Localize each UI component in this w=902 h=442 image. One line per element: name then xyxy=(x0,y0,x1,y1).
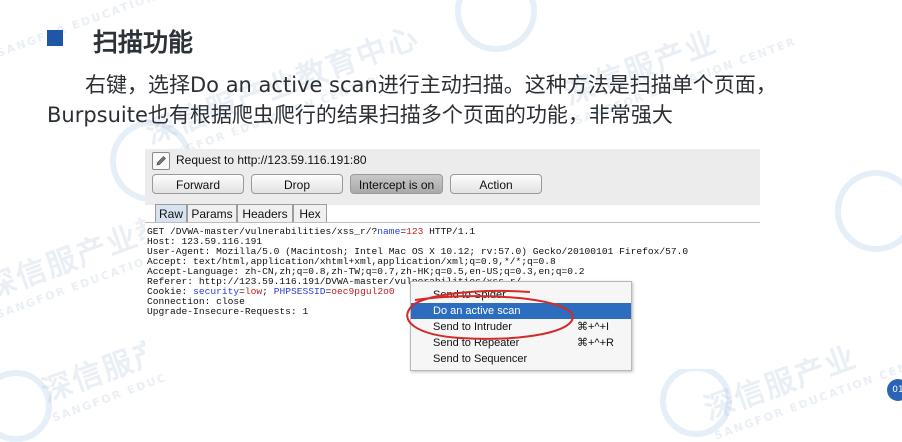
title-bullet xyxy=(47,30,63,46)
intercept-toggle-button[interactable]: Intercept is on xyxy=(350,174,443,194)
page-number-badge: 01 xyxy=(887,379,902,401)
menu-item-send-to-repeater[interactable]: Send to Repeater ⌘+^+R xyxy=(411,335,631,351)
menu-item-active-scan[interactable]: Do an active scan xyxy=(411,303,631,319)
context-menu: Send to Spider Do an active scan Send to… xyxy=(410,281,632,371)
watermark-circle xyxy=(455,0,537,52)
forward-button[interactable]: Forward xyxy=(152,174,244,194)
request-target-label: Request to http://123.59.116.191:80 xyxy=(176,153,367,167)
drop-button[interactable]: Drop xyxy=(251,174,343,194)
tab-params[interactable]: Params xyxy=(187,204,237,222)
slide-title: 扫描功能 xyxy=(93,28,194,57)
description-paragraph: 右键，选择Do an active scan进行主动扫描。这种方法是扫描单个页面… xyxy=(47,70,867,130)
menu-item-send-to-intruder[interactable]: Send to Intruder ⌘+^+I xyxy=(411,319,631,335)
action-button[interactable]: Action xyxy=(450,174,542,194)
shortcut-label: ⌘+^+I xyxy=(577,321,610,333)
watermark-circle xyxy=(835,170,902,252)
header-upgrade: Upgrade-Insecure-Requests: 1 xyxy=(147,306,309,317)
shortcut-label: ⌘+^+R xyxy=(577,337,614,349)
tab-hex[interactable]: Hex xyxy=(293,204,327,222)
tab-headers[interactable]: Headers xyxy=(237,204,293,222)
menu-item-send-to-spider[interactable]: Send to Spider xyxy=(411,287,631,303)
watermark-circle xyxy=(0,370,52,442)
intercept-toolbar: Request to http://123.59.116.191:80 Forw… xyxy=(145,149,760,205)
watermark-circle xyxy=(660,365,732,437)
pencil-icon[interactable] xyxy=(152,152,170,170)
tab-raw[interactable]: Raw xyxy=(155,204,187,222)
menu-item-send-to-sequencer[interactable]: Send to Sequencer xyxy=(411,351,631,367)
paragraph-line: Burpsuite也有根据爬虫爬行的结果扫描多个页面的功能，非常强大 xyxy=(47,103,673,127)
paragraph-line: 右键，选择Do an active scan进行主动扫描。这种方法是扫描单个页面… xyxy=(85,73,777,97)
